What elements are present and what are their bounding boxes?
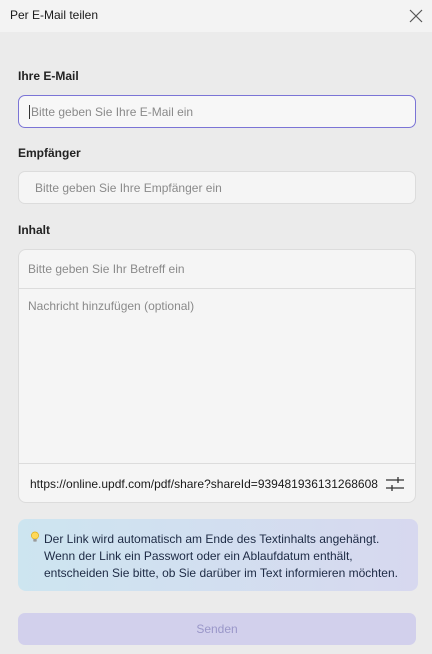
lightbulb-icon bbox=[31, 531, 39, 542]
share-link: https://online.updf.com/pdf/share?shareI… bbox=[30, 476, 378, 491]
send-button[interactable]: Senden bbox=[18, 613, 416, 645]
content-label: Inhalt bbox=[18, 223, 50, 237]
text-caret bbox=[29, 104, 30, 119]
info-line-2: Wenn der Link ein Passwort oder ein Abla… bbox=[30, 548, 404, 565]
share-link-row: https://online.updf.com/pdf/share?shareI… bbox=[19, 463, 415, 502]
sliders-icon bbox=[386, 477, 404, 491]
info-box: Der Link wird automatisch am Ende des Te… bbox=[18, 519, 418, 591]
subject-field[interactable]: Bitte geben Sie Ihr Betreff ein bbox=[19, 250, 415, 289]
recipient-field[interactable]: Bitte geben Sie Ihre Empfänger ein bbox=[18, 171, 416, 204]
email-label: Ihre E-Mail bbox=[18, 69, 79, 83]
recipient-label: Empfänger bbox=[18, 146, 81, 160]
link-settings-button[interactable] bbox=[385, 475, 405, 493]
info-text-2: Wenn der Link ein Passwort oder ein Abla… bbox=[44, 549, 353, 563]
info-line-3: entscheiden Sie bitte, ob Sie darüber im… bbox=[30, 565, 404, 582]
dialog-title: Per E-Mail teilen bbox=[10, 8, 99, 22]
close-button[interactable] bbox=[404, 4, 428, 28]
message-placeholder: Nachricht hinzufügen (optional) bbox=[28, 299, 195, 313]
info-line-1: Der Link wird automatisch am Ende des Te… bbox=[30, 531, 404, 548]
content-box: Bitte geben Sie Ihr Betreff ein Nachrich… bbox=[18, 249, 416, 503]
info-text-3: entscheiden Sie bitte, ob Sie darüber im… bbox=[44, 566, 398, 580]
email-field[interactable]: Bitte geben Sie Ihre E-Mail ein bbox=[18, 95, 416, 128]
send-button-label: Senden bbox=[196, 622, 238, 636]
recipient-placeholder: Bitte geben Sie Ihre Empfänger ein bbox=[35, 180, 222, 195]
subject-placeholder: Bitte geben Sie Ihr Betreff ein bbox=[28, 262, 185, 276]
info-text-1: Der Link wird automatisch am Ende des Te… bbox=[44, 532, 380, 546]
close-icon bbox=[409, 9, 423, 23]
message-field[interactable]: Nachricht hinzufügen (optional) bbox=[19, 289, 415, 463]
email-placeholder: Bitte geben Sie Ihre E-Mail ein bbox=[31, 104, 194, 119]
title-bar: Per E-Mail teilen bbox=[0, 0, 432, 32]
